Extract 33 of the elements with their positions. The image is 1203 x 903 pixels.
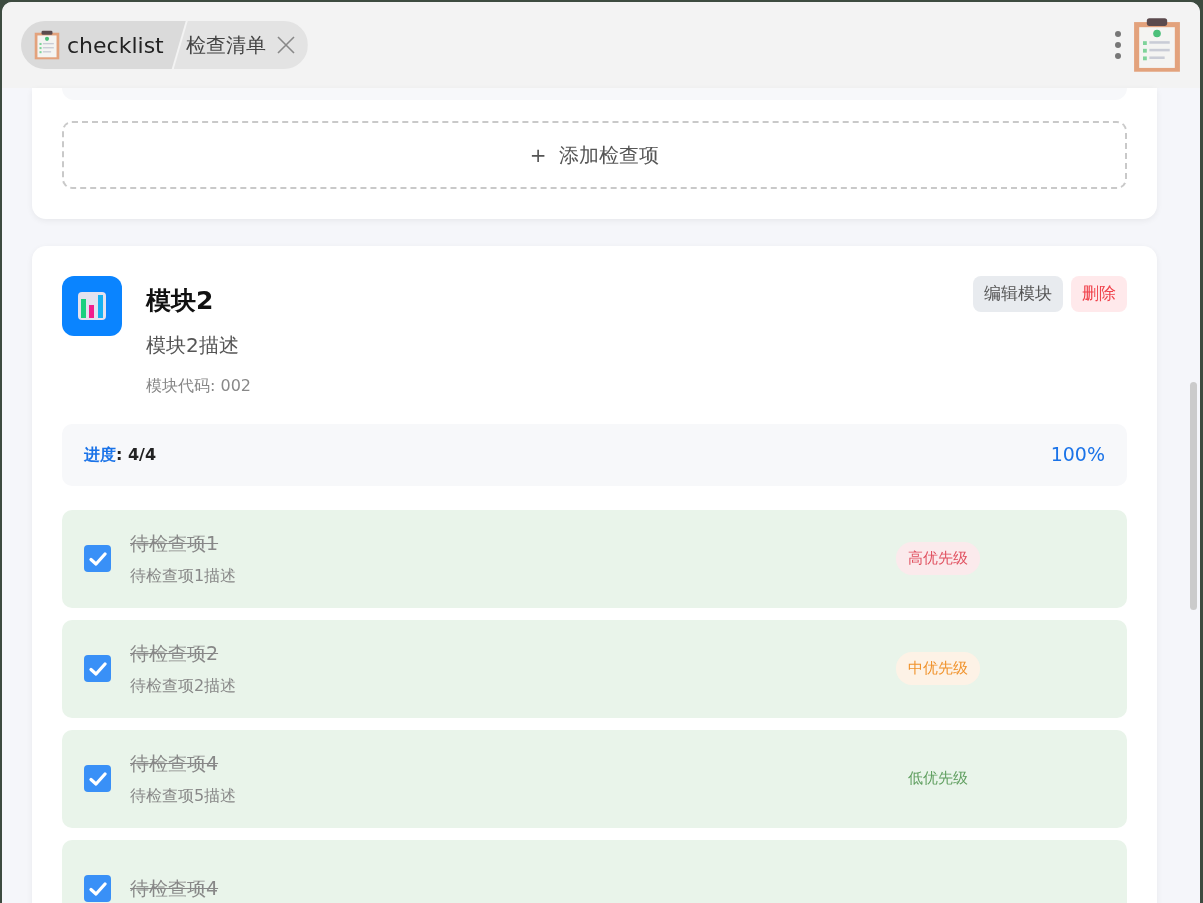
more-icon[interactable] xyxy=(1114,30,1122,60)
progress-percent: 100% xyxy=(1050,442,1105,468)
scrollbar-thumb[interactable] xyxy=(1190,382,1197,610)
edit-button[interactable]: 编辑模块 xyxy=(973,276,1063,312)
checkbox[interactable] xyxy=(84,875,111,902)
app-name: checklist xyxy=(67,31,164,60)
module-code: 模块代码: 002 xyxy=(146,374,252,397)
item-title: 待检查项4 xyxy=(130,751,219,777)
check-icon xyxy=(88,880,107,897)
tab[interactable]: 检查清单 xyxy=(173,21,308,69)
checkbox[interactable] xyxy=(84,655,111,682)
priority-tag: 低优先级 xyxy=(896,762,980,795)
check-icon xyxy=(88,550,107,567)
item-title: 待检查项1 xyxy=(130,531,219,557)
progress-count: : 4/4 xyxy=(116,444,157,464)
item-description: 待检查项2描述 xyxy=(130,674,238,697)
module-description: 模块2描述 xyxy=(146,331,240,359)
add-item-button[interactable]: + 添加检查项 xyxy=(62,121,1127,189)
item-title: 待检查项2 xyxy=(130,641,219,667)
checkbox[interactable] xyxy=(84,545,111,572)
item-description: 待检查项5描述 xyxy=(130,784,238,807)
close-icon[interactable] xyxy=(275,35,296,55)
check-icon xyxy=(88,770,107,787)
bar-chart-icon xyxy=(77,291,107,321)
priority-tag: 高优先级 xyxy=(896,542,980,575)
progress-label: 进度 xyxy=(84,444,116,464)
checkbox[interactable] xyxy=(84,765,111,792)
check-icon xyxy=(88,660,107,677)
item-description: 待检查项1描述 xyxy=(130,564,238,587)
item-title: 待检查项4 xyxy=(130,876,219,902)
priority-tag: 中优先级 xyxy=(896,652,980,685)
clipboard-icon xyxy=(33,30,61,60)
module-title: 模块2 xyxy=(146,285,215,317)
